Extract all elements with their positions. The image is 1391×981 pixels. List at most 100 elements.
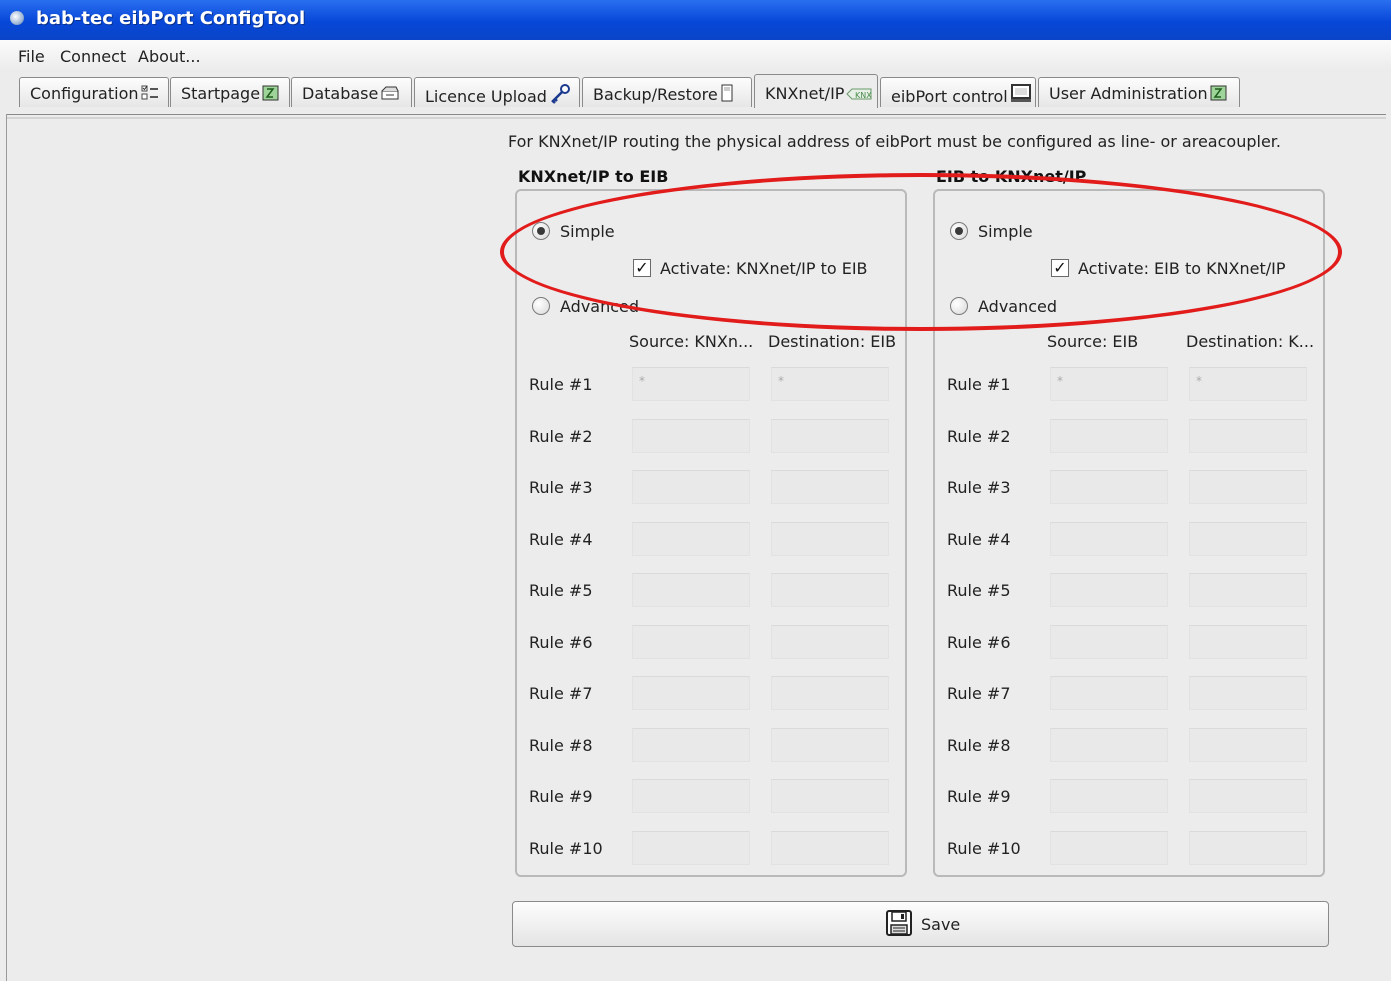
monitor-icon [1010,84,1032,108]
rule-label: Rule #6 [947,633,1011,652]
rule-destination-field[interactable] [1189,831,1307,865]
rule-source-field[interactable] [1050,522,1168,556]
tab-label: Database [302,84,379,103]
rule-destination-field[interactable]: * [771,367,889,401]
rule-destination-field[interactable] [771,676,889,710]
rule-source-field[interactable] [632,676,750,710]
column-header-source: Source: EIB [1047,332,1139,351]
advanced-radio[interactable] [950,297,968,315]
rule-source-field[interactable] [632,728,750,762]
rule-label: Rule #6 [529,633,593,652]
rule-label: Rule #7 [529,684,593,703]
rule-source-field[interactable]: * [1050,367,1168,401]
menu-about[interactable]: About... [138,47,201,66]
rule-destination-field[interactable] [771,573,889,607]
rule-source-field[interactable] [632,419,750,453]
key-icon [549,84,571,108]
rule-source-field[interactable] [1050,779,1168,813]
activate-checkbox[interactable]: ✓ [633,259,651,277]
rule-destination-field[interactable] [771,831,889,865]
knx-icon: KNX [846,86,873,105]
rule-label: Rule #10 [947,839,1021,858]
panel-left-border [6,114,7,981]
rule-destination-field[interactable] [771,470,889,504]
activate-label: Activate: KNXnet/IP to EIB [660,259,868,278]
menu-connect[interactable]: Connect [60,47,126,66]
group-title-eib-to-knx: EIB to KNXnet/IP [936,167,1087,186]
rule-destination-field[interactable] [1189,470,1307,504]
group-title-knx-to-eib: KNXnet/IP to EIB [518,167,669,186]
rule-source-field[interactable] [1050,573,1168,607]
rule-label: Rule #5 [529,581,593,600]
rule-source-field[interactable] [632,522,750,556]
rule-source-field[interactable] [1050,728,1168,762]
rule-source-field[interactable] [632,470,750,504]
rule-destination-field[interactable] [771,522,889,556]
rule-destination-field[interactable] [771,779,889,813]
rule-source-field[interactable] [632,831,750,865]
user-admin-icon [1210,85,1228,105]
tab-configuration[interactable]: Configuration [19,77,169,107]
activate-label: Activate: EIB to KNXnet/IP [1078,259,1286,278]
rule-destination-field[interactable] [771,728,889,762]
svg-text:KNX: KNX [855,91,872,100]
rule-source-field[interactable] [1050,625,1168,659]
rule-destination-field[interactable]: * [1189,367,1307,401]
rule-destination-field[interactable] [1189,625,1307,659]
rule-destination-field[interactable] [1189,779,1307,813]
rule-source-field[interactable] [1050,470,1168,504]
group-knx-to-eib: Simple ✓ Activate: KNXnet/IP to EIB Adva… [515,189,907,877]
tab-knxnet-ip[interactable]: KNXnet/IP KNX [754,74,878,108]
tab-underline [6,114,1386,115]
simple-radio[interactable] [950,222,968,240]
rule-source-field[interactable] [1050,419,1168,453]
database-icon [380,85,400,105]
advanced-label: Advanced [978,297,1058,316]
tab-label: Backup/Restore [593,85,718,104]
column-header-destination: Destination: EIB [768,332,897,351]
tab-label: Licence Upload [425,87,547,106]
rule-destination-field[interactable] [1189,522,1307,556]
tab-eibport-control[interactable]: eibPort control [880,77,1036,107]
rule-source-field[interactable] [632,625,750,659]
rule-label: Rule #3 [529,478,593,497]
floppy-disk-icon [885,909,913,941]
rule-source-field[interactable]: * [632,367,750,401]
menu-bar: File Connect About... [0,40,1391,70]
rule-destination-field[interactable] [771,625,889,659]
rule-label: Rule #1 [947,375,1011,394]
tab-database[interactable]: Database [291,77,412,107]
rule-label: Rule #1 [529,375,593,394]
config-list-icon [141,85,159,105]
rule-label: Rule #4 [529,530,593,549]
tab-label: eibPort control [891,87,1008,106]
info-text: For KNXnet/IP routing the physical addre… [508,132,1281,151]
rule-destination-field[interactable] [1189,419,1307,453]
tab-licence-upload[interactable]: Licence Upload [414,77,580,107]
group-eib-to-knx: Simple ✓ Activate: EIB to KNXnet/IP Adva… [933,189,1325,877]
window-title: bab-tec eibPort ConfigTool [36,8,306,29]
rule-source-field[interactable] [1050,831,1168,865]
tab-startpage[interactable]: Startpage [170,77,290,107]
rule-source-field[interactable] [1050,676,1168,710]
rule-destination-field[interactable] [1189,676,1307,710]
rule-source-field[interactable] [632,779,750,813]
rule-destination-field[interactable] [1189,728,1307,762]
rule-label: Rule #2 [529,427,593,446]
simple-radio[interactable] [532,222,550,240]
panel-highlight [6,117,1386,119]
rule-destination-field[interactable] [771,419,889,453]
rule-destination-field[interactable] [1189,573,1307,607]
rule-label: Rule #8 [529,736,593,755]
menu-file[interactable]: File [18,47,45,66]
rule-source-field[interactable] [632,573,750,607]
save-button[interactable]: Save [512,901,1329,947]
tab-user-administration[interactable]: User Administration [1038,77,1240,107]
tab-label: User Administration [1049,84,1208,103]
activate-checkbox[interactable]: ✓ [1051,259,1069,277]
tab-backup-restore[interactable]: Backup/Restore [582,77,752,107]
rule-label: Rule #2 [947,427,1011,446]
title-bar: bab-tec eibPort ConfigTool [0,0,1391,40]
advanced-radio[interactable] [532,297,550,315]
tab-label: KNXnet/IP [765,84,845,103]
